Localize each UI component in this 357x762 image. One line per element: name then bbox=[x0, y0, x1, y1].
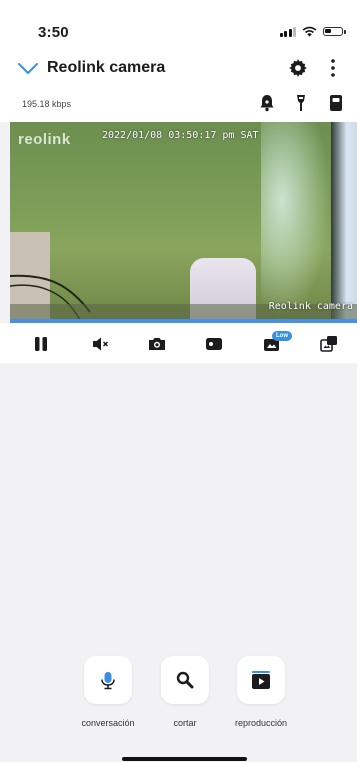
gear-icon[interactable] bbox=[287, 57, 309, 79]
quality-badge: Low bbox=[272, 331, 292, 341]
brand-watermark: reolink bbox=[18, 131, 71, 148]
cellular-signal-icon bbox=[279, 26, 296, 37]
wifi-icon bbox=[302, 26, 317, 37]
pause-icon[interactable] bbox=[30, 333, 52, 355]
status-time: 3:50 bbox=[38, 24, 69, 41]
playback-controls: Low bbox=[0, 323, 357, 363]
playback-action[interactable]: reproducción bbox=[211, 656, 311, 728]
switch-view-icon[interactable] bbox=[318, 333, 340, 355]
mute-icon[interactable] bbox=[90, 333, 112, 355]
talk-button[interactable] bbox=[84, 656, 132, 704]
chevron-down-icon[interactable] bbox=[16, 56, 40, 80]
video-camera-name: Reolink camera bbox=[268, 301, 353, 312]
spotlight-icon[interactable] bbox=[290, 92, 312, 114]
live-video-view[interactable]: reolink 2022/01/08 03:50:17 pm SAT Reoli… bbox=[10, 122, 357, 319]
top-panel: 3:50 Reolink camera 195.18 kbps bbox=[0, 0, 357, 122]
camera-icon[interactable] bbox=[146, 333, 168, 355]
bitrate-readout: 195.18 kbps bbox=[22, 99, 72, 109]
playback-icon bbox=[252, 671, 270, 689]
app-header: Reolink camera bbox=[0, 52, 357, 86]
device-icon[interactable] bbox=[325, 92, 347, 114]
status-icons bbox=[279, 26, 346, 37]
home-indicator bbox=[122, 757, 247, 761]
record-icon[interactable] bbox=[203, 333, 225, 355]
status-bar: 3:50 bbox=[0, 0, 357, 44]
microphone-icon bbox=[101, 672, 115, 690]
video-timestamp: 2022/01/08 03:50:17 pm SAT bbox=[102, 130, 259, 141]
more-vertical-icon[interactable] bbox=[325, 55, 341, 81]
playback-label: reproducción bbox=[234, 718, 288, 728]
battery-icon bbox=[323, 27, 346, 36]
bell-icon[interactable] bbox=[256, 92, 278, 114]
search-icon bbox=[176, 671, 194, 689]
clip-button[interactable] bbox=[161, 656, 209, 704]
camera-title: Reolink camera bbox=[47, 59, 166, 76]
action-bar: conversación cortar reproducción bbox=[0, 656, 357, 736]
playback-button[interactable] bbox=[237, 656, 285, 704]
